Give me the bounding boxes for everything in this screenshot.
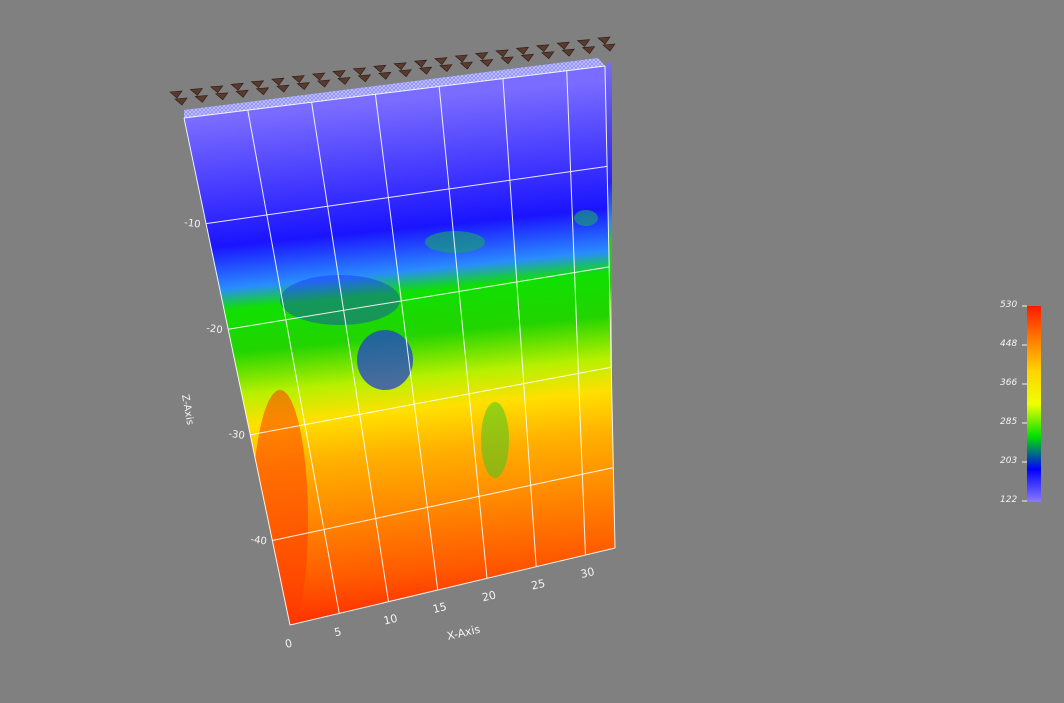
sensor-marker bbox=[398, 69, 412, 78]
x-tick-label: 30 bbox=[579, 565, 596, 581]
z-tick-label: -10 bbox=[183, 217, 201, 230]
sensor-marker bbox=[255, 87, 270, 96]
sensor-marker bbox=[296, 82, 310, 91]
z-tick-label: -40 bbox=[250, 534, 268, 547]
sensor-marker bbox=[373, 64, 387, 73]
z-axis-title: Z-Axis bbox=[179, 394, 195, 426]
sensor-marker bbox=[215, 92, 229, 101]
green-patch-right bbox=[574, 210, 598, 226]
sensor-marker bbox=[581, 46, 596, 55]
sensor-marker bbox=[479, 59, 494, 67]
colorbar bbox=[1027, 306, 1041, 502]
sensor-marker bbox=[576, 39, 591, 48]
sensor-marker bbox=[597, 36, 611, 45]
sensor-marker bbox=[536, 44, 550, 53]
x-tick-label: 5 bbox=[333, 625, 343, 639]
sensor-marker bbox=[500, 56, 514, 65]
sensor-marker bbox=[459, 61, 473, 70]
sensor-marker bbox=[276, 84, 290, 93]
sensor-marker bbox=[556, 41, 570, 50]
colorbar-label-5: 203 bbox=[1000, 456, 1018, 466]
colorbar-label-2: 448 bbox=[1000, 339, 1018, 349]
sensor-marker bbox=[495, 49, 509, 58]
x-tick-label: 0 bbox=[284, 637, 294, 651]
sensor-marker bbox=[250, 80, 265, 89]
sensor-marker bbox=[439, 64, 453, 73]
sensor-marker bbox=[393, 62, 407, 71]
sensor-marker bbox=[352, 67, 367, 76]
sensor-marker bbox=[189, 88, 204, 96]
colorbar-label-4: 285 bbox=[1000, 417, 1018, 427]
sensor-marker bbox=[316, 79, 331, 88]
z-tick-label: -30 bbox=[228, 429, 246, 442]
sensor-marker bbox=[413, 59, 428, 68]
heatmap-chart: 0 5 10 15 20 25 30 -10 -20 -30 -40 X-Axis Z-Axis bbox=[169, 36, 1041, 651]
blue-patch-center bbox=[357, 330, 413, 390]
green-intrusion bbox=[481, 402, 509, 478]
sensor-marker bbox=[271, 77, 285, 86]
sensor-marker bbox=[235, 89, 249, 98]
sensor-marker bbox=[291, 75, 305, 84]
x-axis-title: X-Axis bbox=[446, 623, 482, 643]
z-tick-label: -20 bbox=[206, 323, 224, 336]
sensor-marker bbox=[602, 43, 616, 52]
sensor-marker bbox=[454, 54, 468, 63]
colorbar-label-3: 366 bbox=[1000, 378, 1018, 388]
sensor-marker bbox=[194, 95, 209, 103]
x-tick-label: 10 bbox=[382, 612, 399, 628]
colorbar-label-max: 530 bbox=[1000, 300, 1018, 310]
sensor-marker bbox=[474, 52, 489, 60]
sensor-marker bbox=[418, 66, 433, 75]
colorbar-label-min: 122 bbox=[1000, 495, 1018, 505]
x-tick-label: 20 bbox=[481, 588, 498, 604]
sensor-marker bbox=[337, 77, 351, 85]
sensor-marker bbox=[174, 97, 188, 106]
sensor-marker bbox=[541, 51, 555, 60]
x-tick-label: 15 bbox=[431, 600, 448, 616]
x-tick-label: 25 bbox=[530, 577, 547, 593]
colorbar-ticks bbox=[1022, 305, 1027, 502]
sensor-marker bbox=[520, 53, 535, 62]
sensor-marker bbox=[332, 70, 346, 78]
sensor-marker bbox=[169, 90, 183, 99]
sensor-marker bbox=[434, 57, 448, 66]
sensor-marker bbox=[378, 71, 392, 80]
sensor-marker bbox=[210, 85, 224, 94]
sensor-marker bbox=[515, 46, 530, 55]
sensor-marker bbox=[230, 82, 244, 91]
sensor-marker bbox=[311, 72, 326, 81]
sensor-marker bbox=[357, 74, 372, 83]
sensor-marker bbox=[561, 48, 575, 57]
